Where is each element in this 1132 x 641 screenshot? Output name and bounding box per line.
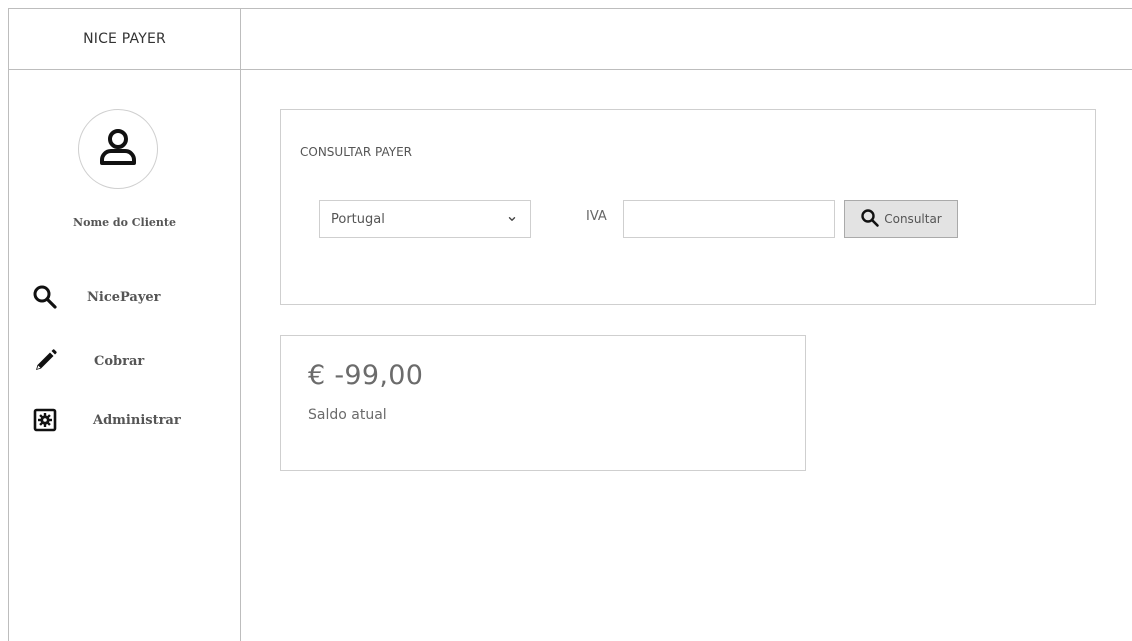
settings-box-icon [30,405,60,435]
search-icon [30,282,60,312]
consult-button[interactable]: Consultar [844,200,958,238]
balance-caption: Saldo atual [308,407,387,423]
iva-input[interactable] [623,200,835,238]
chevron-down-icon [506,213,518,225]
card-title: CONSULTAR PAYER [300,145,412,159]
consult-button-label: Consultar [884,212,942,226]
avatar [78,109,158,189]
consult-payer-card: CONSULTAR PAYER Portugal IVA Consultar [280,109,1096,305]
country-select[interactable]: Portugal [319,200,531,238]
balance-card: € -99,00 Saldo atual [280,335,806,471]
app-window: NICE PAYER Nome do Cliente NicePayer Cob… [0,0,1132,641]
client-name: Nome do Cliente [73,216,176,229]
sidebar-divider [240,8,241,641]
pencil-icon [30,346,60,376]
sidebar-item-label: Cobrar [94,353,145,369]
frame-left-border [8,8,9,641]
brand-title: NICE PAYER [83,31,166,47]
iva-label: IVA [586,209,607,224]
sidebar-item-label: Administrar [93,412,181,428]
sidebar-item-administrar[interactable]: Administrar [30,403,230,437]
header-divider [8,69,1132,70]
sidebar-item-nicepayer[interactable]: NicePayer [30,280,230,314]
country-select-value: Portugal [331,211,385,227]
search-icon [860,208,880,231]
sidebar-item-label: NicePayer [87,289,161,305]
user-icon [90,119,146,179]
sidebar-item-cobrar[interactable]: Cobrar [30,344,230,378]
balance-amount: € -99,00 [308,360,424,391]
